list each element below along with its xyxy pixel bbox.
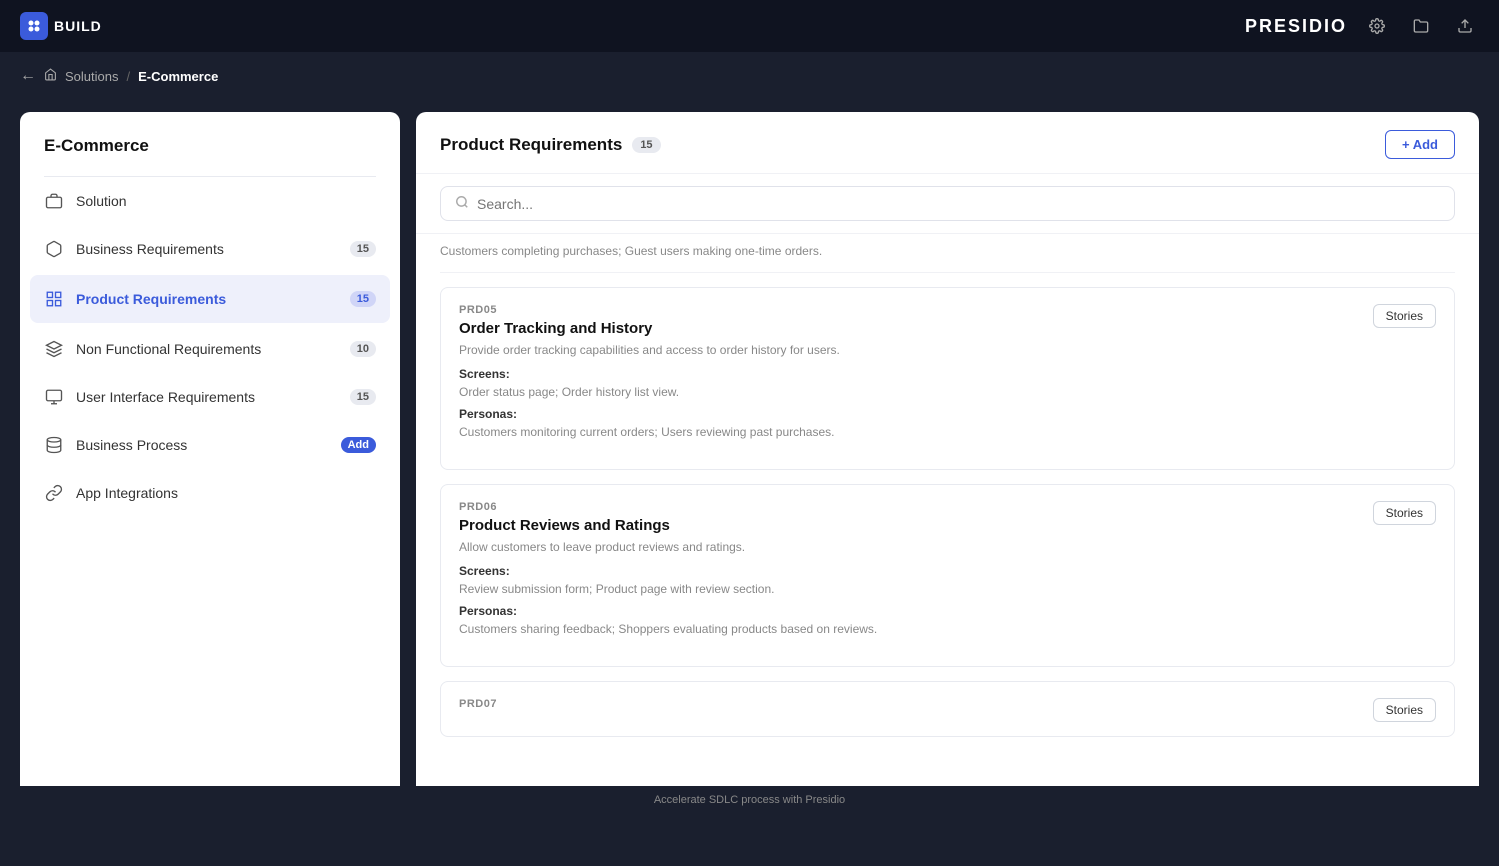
sidebar-item-app-integrations-label: App Integrations [76, 485, 376, 501]
req-card-prd05-header: PRD05 Order Tracking and History Provide… [459, 304, 1436, 447]
sidebar-badge-business-process[interactable]: Add [341, 437, 376, 453]
req-personas-label-prd05: Personas: [459, 407, 840, 421]
business-process-icon [44, 435, 64, 455]
navbar-left: BUILD [20, 12, 102, 40]
upload-icon[interactable] [1451, 12, 1479, 40]
sidebar-item-business-process[interactable]: Business Process Add [20, 421, 400, 469]
req-personas-value-prd05: Customers monitoring current orders; Use… [459, 423, 840, 441]
navbar-right: PRESIDIO [1245, 12, 1479, 40]
sidebar-panel: E-Commerce Solution Business Requirement… [20, 112, 400, 802]
sidebar-item-non-functional-label: Non Functional Requirements [76, 341, 338, 357]
stories-button-prd06[interactable]: Stories [1373, 501, 1436, 525]
sidebar-item-solution[interactable]: Solution [20, 177, 400, 225]
add-button[interactable]: + Add [1385, 130, 1455, 159]
search-icon [455, 195, 469, 212]
req-card-prd07-meta: PRD07 [459, 698, 497, 714]
req-title-prd06: Product Reviews and Ratings [459, 517, 877, 534]
req-personas-value-prd06: Customers sharing feedback; Shoppers eva… [459, 620, 877, 638]
app-integrations-icon [44, 483, 64, 503]
req-card-prd06-meta: PRD06 Product Reviews and Ratings Allow … [459, 501, 877, 644]
breadcrumb-solutions[interactable]: Solutions [65, 69, 118, 84]
req-id-prd07: PRD07 [459, 698, 497, 710]
sidebar-badge-non-functional: 10 [350, 341, 376, 357]
req-id-prd05: PRD05 [459, 304, 840, 316]
top-partial-item: Customers completing purchases; Guest us… [440, 234, 1455, 273]
gear-icon[interactable] [1363, 12, 1391, 40]
req-card-prd06: PRD06 Product Reviews and Ratings Allow … [440, 484, 1455, 667]
solution-icon [44, 191, 64, 211]
breadcrumb-current: E-Commerce [138, 69, 218, 84]
req-screens-label-prd06: Screens: [459, 564, 877, 578]
req-card-prd07-header: PRD07 Stories [459, 698, 1436, 722]
search-input[interactable] [477, 196, 1440, 212]
content-count-badge: 15 [632, 137, 660, 153]
stories-button-prd07[interactable]: Stories [1373, 698, 1436, 722]
business-req-icon [44, 239, 64, 259]
folder-icon[interactable] [1407, 12, 1435, 40]
back-button[interactable]: ← [20, 67, 36, 85]
breadcrumb: ← Solutions / E-Commerce [0, 52, 1499, 100]
breadcrumb-separator: / [126, 69, 130, 84]
req-screens-value-prd05: Order status page; Order history list vi… [459, 383, 840, 401]
logo-svg [26, 18, 42, 34]
sidebar-item-ui-req-label: User Interface Requirements [76, 389, 338, 405]
sidebar-item-ui-requirements[interactable]: User Interface Requirements 15 [20, 373, 400, 421]
sidebar-title: E-Commerce [20, 136, 400, 176]
navbar: BUILD PRESIDIO [0, 0, 1499, 52]
sidebar-item-business-process-label: Business Process [76, 437, 329, 453]
status-bar: Accelerate SDLC process with Presidio [0, 786, 1499, 814]
content-list: Customers completing purchases; Guest us… [416, 234, 1479, 802]
sidebar-item-non-functional[interactable]: Non Functional Requirements 10 [20, 325, 400, 373]
sidebar-item-product-requirements[interactable]: Product Requirements 15 [30, 275, 390, 323]
sidebar-item-business-requirements[interactable]: Business Requirements 15 [20, 225, 400, 273]
sidebar-badge-business-req: 15 [350, 241, 376, 257]
req-card-prd05-meta: PRD05 Order Tracking and History Provide… [459, 304, 840, 447]
logo: BUILD [20, 12, 102, 40]
home-icon [44, 68, 57, 84]
content-title-row: Product Requirements 15 [440, 135, 661, 155]
req-card-prd07: PRD07 Stories [440, 681, 1455, 737]
status-bar-text: Accelerate SDLC process with Presidio [654, 794, 845, 806]
ui-req-icon [44, 387, 64, 407]
req-card-prd05: PRD05 Order Tracking and History Provide… [440, 287, 1455, 470]
sidebar-item-business-req-label: Business Requirements [76, 241, 338, 257]
presidio-logo: PRESIDIO [1245, 16, 1347, 37]
req-desc-prd05: Provide order tracking capabilities and … [459, 341, 840, 359]
content-panel: Product Requirements 15 + Add Custo [416, 112, 1479, 802]
non-functional-icon [44, 339, 64, 359]
req-screens-label-prd05: Screens: [459, 367, 840, 381]
content-header: Product Requirements 15 + Add [416, 112, 1479, 174]
search-box [440, 186, 1455, 221]
sidebar-badge-product-req: 15 [350, 291, 376, 307]
stories-button-prd05[interactable]: Stories [1373, 304, 1436, 328]
product-req-icon [44, 289, 64, 309]
content-title: Product Requirements [440, 135, 622, 155]
sidebar-item-solution-label: Solution [76, 193, 376, 209]
sidebar-item-app-integrations[interactable]: App Integrations [20, 469, 400, 517]
req-title-prd05: Order Tracking and History [459, 320, 840, 337]
search-container [416, 174, 1479, 234]
sidebar-item-product-req-label: Product Requirements [76, 291, 338, 307]
main-content: E-Commerce Solution Business Requirement… [0, 100, 1499, 814]
req-screens-value-prd06: Review submission form; Product page wit… [459, 580, 877, 598]
logo-icon [20, 12, 48, 40]
top-partial-text: Customers completing purchases; Guest us… [440, 244, 1455, 258]
req-card-prd06-header: PRD06 Product Reviews and Ratings Allow … [459, 501, 1436, 644]
logo-build-text: BUILD [54, 18, 102, 34]
req-desc-prd06: Allow customers to leave product reviews… [459, 538, 877, 556]
req-personas-label-prd06: Personas: [459, 604, 877, 618]
sidebar-badge-ui-req: 15 [350, 389, 376, 405]
req-id-prd06: PRD06 [459, 501, 877, 513]
